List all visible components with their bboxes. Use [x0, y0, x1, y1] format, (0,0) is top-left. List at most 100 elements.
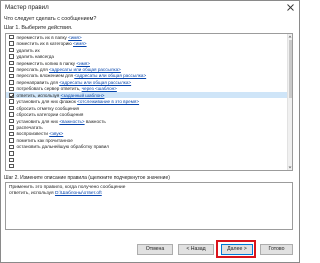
action-list-item[interactable] — [6, 163, 288, 169]
action-text: остановить дальнейшую обработку правил — [16, 144, 109, 150]
action-text: удалить их — [16, 47, 40, 53]
action-list-item[interactable]: перенаправить для <адресаты или общая ра… — [6, 79, 288, 85]
action-label: поместить их в категорию <имя> — [17, 41, 87, 46]
cancel-button[interactable]: Отмена — [137, 244, 173, 255]
action-label: распечатать — [17, 125, 43, 130]
action-checkbox[interactable] — [9, 105, 14, 111]
back-button[interactable]: < Назад — [178, 244, 214, 255]
scrollbar-thumb[interactable] — [288, 40, 292, 98]
action-checkbox[interactable] — [9, 144, 14, 150]
action-checkbox[interactable] — [9, 118, 14, 124]
action-text: переместить их в папку — [16, 34, 69, 40]
action-label: удалить их — [17, 48, 40, 53]
action-label: переместить копию в папку <имя> — [17, 61, 90, 66]
action-checkbox[interactable] — [9, 60, 14, 66]
scroll-down-arrow-icon[interactable] — [288, 165, 292, 170]
action-checkbox[interactable] — [9, 34, 14, 40]
action-value-link[interactable]: через <шаблон> — [82, 86, 117, 91]
action-text: поместить их в категорию — [16, 41, 73, 47]
action-label: переместить их в папку <имя> — [17, 35, 82, 40]
action-list-item[interactable]: сбросить отметку сообщения — [6, 105, 288, 111]
action-list-item[interactable]: переместить копию в папку <имя> — [6, 60, 288, 66]
action-list-item[interactable]: воспроизвести <звук> — [6, 131, 288, 137]
action-checkbox[interactable] — [9, 131, 14, 137]
actions-listbox[interactable]: остановить дальнейшую обработку правил по… — [5, 33, 293, 171]
action-checkbox[interactable] — [9, 151, 14, 156]
action-checkbox[interactable] — [9, 99, 14, 104]
action-checkbox[interactable] — [9, 86, 14, 92]
vertical-scrollbar[interactable] — [287, 34, 292, 170]
action-label: установить для них <важность> важность — [17, 119, 106, 124]
action-list-item[interactable]: ответить, используя <заданный шаблон> — [6, 92, 288, 99]
rules-wizard-window: Мастер правил Что следует сделать с сооб… — [0, 0, 300, 263]
action-text: перенаправить для — [16, 79, 60, 85]
action-text: переместить копию в папку — [16, 60, 77, 66]
action-list-item[interactable]: распечатать — [6, 124, 288, 130]
action-text: установить для них — [16, 118, 60, 124]
action-value-link[interactable]: <заданный шаблон> — [61, 93, 105, 98]
action-text: потребовать сервер ответить, — [16, 86, 82, 92]
action-value-link[interactable]: <имя> — [68, 35, 82, 40]
action-label: потребовать сервер ответить, через <шабл… — [17, 86, 117, 91]
action-value-link[interactable]: <отслеживание в это время> — [77, 99, 139, 104]
scroll-up-arrow-icon[interactable] — [288, 34, 292, 39]
description-action-text: ответить, используя — [9, 191, 55, 197]
next-button-highlight — [216, 240, 256, 258]
action-list-item[interactable]: сбросить категории сообщения — [6, 111, 288, 117]
action-checkbox[interactable] — [9, 163, 14, 169]
action-label: сбросить отметку сообщения — [17, 106, 80, 111]
action-list-item[interactable]: удалить навсегда — [6, 53, 288, 59]
action-list-item[interactable] — [6, 150, 288, 156]
action-list-item[interactable] — [6, 157, 288, 163]
action-value-link[interactable]: <важность> — [59, 119, 84, 124]
action-value-link[interactable]: <звук> — [49, 131, 63, 136]
action-checkbox[interactable] — [9, 41, 14, 46]
action-list-item[interactable]: переслать для <адресаты или общая рассыл… — [6, 66, 288, 72]
action-list-item[interactable]: переместить их в папку <имя> — [6, 34, 288, 40]
template-path-link[interactable]: D:\Шаблоны\ответ.oft — [55, 191, 102, 196]
action-checkbox[interactable] — [9, 138, 14, 143]
action-list-item[interactable]: остановить дальнейшую обработку правил — [6, 144, 288, 150]
action-list-item[interactable]: установить для них флажок <отслеживание … — [6, 99, 288, 105]
step1-label: Шаг 1. Выберите действия. — [4, 25, 73, 31]
action-text: удалить навсегда — [16, 54, 54, 60]
action-label: сбросить категории сообщения — [17, 112, 84, 117]
action-text: пометить как прочитанное — [16, 137, 73, 143]
action-checkbox[interactable] — [9, 73, 14, 79]
action-list-item[interactable]: пометить как прочитанное — [6, 137, 288, 143]
step2-label: Шаг 2. Измените описание правила (щелкни… — [4, 175, 170, 181]
action-list-item[interactable]: потребовать сервер ответить, через <шабл… — [6, 86, 288, 92]
action-value-link[interactable]: <адресаты или общая рассылка> — [74, 73, 146, 78]
action-value-link[interactable]: <имя> — [73, 41, 87, 46]
action-checkbox[interactable] — [9, 93, 14, 98]
action-checkbox[interactable] — [9, 47, 14, 53]
title-bar: Мастер правил — [1, 1, 299, 14]
rule-description-box: Применить это правило, когда получено со… — [5, 182, 293, 230]
close-icon[interactable] — [286, 3, 295, 12]
question-label: Что следует сделать с сообщением? — [4, 16, 97, 22]
action-list-item[interactable]: удалить их — [6, 47, 288, 53]
action-list-item[interactable]: переслать вложением для <адресаты или об… — [6, 73, 288, 79]
action-list-item[interactable]: установить для них <важность> важность — [6, 118, 288, 124]
action-label: перенаправить для <адресаты или общая ра… — [17, 80, 132, 85]
action-list-item[interactable]: поместить их в категорию <имя> — [6, 40, 288, 46]
action-value-link[interactable]: <имя> — [76, 61, 90, 66]
action-checkbox[interactable] — [9, 80, 14, 85]
finish-button[interactable]: Готово — [260, 244, 293, 255]
action-label: удалить навсегда — [17, 54, 54, 59]
action-checkbox[interactable] — [9, 112, 14, 117]
action-checkbox[interactable] — [9, 157, 14, 163]
action-label: переслать для <адресаты или общая рассыл… — [17, 67, 121, 72]
action-label: остановить дальнейшую обработку правил — [17, 144, 109, 149]
action-checkbox[interactable] — [9, 67, 14, 72]
action-label: переслать вложением для <адресаты или об… — [17, 73, 147, 78]
action-label: пометить как прочитанное — [17, 138, 73, 143]
action-value-link[interactable]: <адресаты или общая рассылка> — [49, 67, 121, 72]
action-checkbox[interactable] — [9, 54, 14, 59]
action-label: воспроизвести <звук> — [17, 131, 64, 136]
action-text: установить для них флажок — [16, 99, 78, 105]
window-title: Мастер правил — [5, 4, 49, 11]
action-value-link[interactable]: <адресаты или общая рассылка> — [59, 80, 131, 85]
action-checkbox[interactable] — [9, 125, 14, 130]
action-label: установить для них флажок <отслеживание … — [17, 99, 140, 104]
